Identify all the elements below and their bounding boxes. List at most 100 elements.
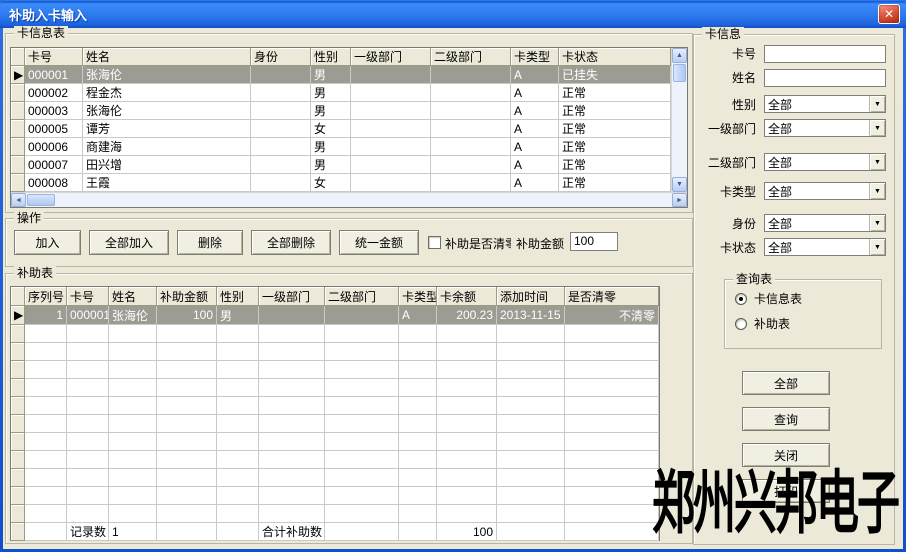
cell[interactable]: 男 (311, 102, 351, 120)
cell[interactable] (431, 120, 511, 138)
cell[interactable] (431, 174, 511, 192)
cell[interactable] (351, 174, 431, 192)
cell[interactable]: 男 (311, 84, 351, 102)
scroll-left-button[interactable]: ◄ (11, 193, 26, 207)
cell[interactable]: A (511, 120, 559, 138)
cell[interactable] (251, 102, 311, 120)
cell[interactable]: 1 (25, 306, 67, 325)
cell[interactable]: 000003 (25, 102, 83, 120)
close-window-button[interactable]: 关闭 (742, 443, 830, 467)
cell[interactable]: 正常 (559, 84, 671, 102)
all-button[interactable]: 全部 (742, 371, 830, 395)
query-button[interactable]: 查询 (742, 407, 830, 431)
cell[interactable]: 000001 (67, 306, 109, 325)
table-row[interactable]: 000007 田兴增 男 A 正常 (11, 156, 671, 174)
cell[interactable] (251, 84, 311, 102)
scrollbar-thumb[interactable] (27, 194, 55, 206)
scroll-up-button[interactable]: ▲ (672, 48, 687, 63)
cell[interactable]: 王霞 (83, 174, 251, 192)
cell[interactable]: 000008 (25, 174, 83, 192)
cell[interactable] (325, 306, 399, 325)
cell[interactable]: 男 (217, 306, 259, 325)
add-all-button[interactable]: 全部加入 (89, 230, 169, 255)
cell[interactable]: 000005 (25, 120, 83, 138)
cell[interactable]: 正常 (559, 102, 671, 120)
scroll-right-button[interactable]: ► (672, 193, 687, 207)
cell[interactable] (251, 120, 311, 138)
dropdown-button[interactable]: ▼ (869, 239, 885, 255)
cell[interactable] (431, 156, 511, 174)
unify-amount-button[interactable]: 统一金额 (339, 230, 419, 255)
dropdown-button[interactable]: ▼ (869, 154, 885, 170)
table-row[interactable]: ▶ 1 000001 张海伦 100 男 A 200.23 2013-11-15… (11, 306, 659, 325)
identity-dropdown[interactable]: 全部 ▼ (764, 214, 886, 232)
title-bar[interactable]: 补助入卡输入 ✕ (0, 0, 906, 28)
cell[interactable]: 正常 (559, 174, 671, 192)
table-row[interactable]: 000006 商建海 男 A 正常 (11, 138, 671, 156)
cell[interactable]: 商建海 (83, 138, 251, 156)
cell[interactable]: A (511, 66, 559, 84)
cell[interactable]: 张海伦 (109, 306, 157, 325)
cell[interactable]: 正常 (559, 138, 671, 156)
cell[interactable]: 不清零 (565, 306, 659, 325)
subsidy-amount-input[interactable]: 100 (570, 232, 618, 251)
card-no-input[interactable] (764, 45, 886, 63)
dropdown-button[interactable]: ▼ (869, 215, 885, 231)
cell[interactable]: A (399, 306, 437, 325)
dropdown-button[interactable]: ▼ (869, 96, 885, 112)
table-row[interactable]: 000002 程金杰 男 A 正常 (11, 84, 671, 102)
cell[interactable]: 男 (311, 138, 351, 156)
cell[interactable]: 女 (311, 120, 351, 138)
clear-subsidy-checkbox[interactable] (428, 236, 441, 249)
cell[interactable]: 谭芳 (83, 120, 251, 138)
cell[interactable] (251, 174, 311, 192)
cell[interactable]: A (511, 84, 559, 102)
cell[interactable] (351, 156, 431, 174)
cell[interactable]: A (511, 174, 559, 192)
cell[interactable]: 000001 (25, 66, 83, 84)
scrollbar-thumb[interactable] (673, 64, 686, 82)
add-button[interactable]: 加入 (14, 230, 81, 255)
table-row[interactable]: ▶ 000001 张海伦 男 A 已挂失 (11, 66, 671, 84)
cell[interactable]: 200.23 (437, 306, 497, 325)
cell[interactable] (351, 138, 431, 156)
cell[interactable] (351, 102, 431, 120)
cell[interactable]: 000002 (25, 84, 83, 102)
cell[interactable]: 2013-11-15 16:58: (497, 306, 565, 325)
cell[interactable] (431, 102, 511, 120)
cell[interactable] (251, 66, 311, 84)
cell[interactable] (251, 138, 311, 156)
cell[interactable]: 000007 (25, 156, 83, 174)
card-type-dropdown[interactable]: 全部 ▼ (764, 182, 886, 200)
cell[interactable]: 张海伦 (83, 66, 251, 84)
cell[interactable] (251, 156, 311, 174)
dept1-dropdown[interactable]: 全部 ▼ (764, 119, 886, 137)
dropdown-button[interactable]: ▼ (869, 120, 885, 136)
cell[interactable] (431, 84, 511, 102)
cell[interactable]: 正常 (559, 156, 671, 174)
delete-button[interactable]: 删除 (177, 230, 243, 255)
close-button[interactable]: ✕ (878, 4, 900, 24)
cell[interactable] (431, 66, 511, 84)
table-row[interactable]: 000008 王霞 女 A 正常 (11, 174, 671, 192)
scroll-down-button[interactable]: ▼ (672, 177, 687, 192)
gender-dropdown[interactable]: 全部 ▼ (764, 95, 886, 113)
card-status-dropdown[interactable]: 全部 ▼ (764, 238, 886, 256)
cell[interactable]: 张海伦 (83, 102, 251, 120)
cell[interactable] (431, 138, 511, 156)
cell[interactable]: 000006 (25, 138, 83, 156)
cell[interactable]: A (511, 138, 559, 156)
dropdown-button[interactable]: ▼ (869, 183, 885, 199)
cell[interactable] (259, 306, 325, 325)
radio-subsidy-table[interactable] (735, 318, 747, 330)
horizontal-scrollbar[interactable]: ◄ ► (11, 192, 687, 207)
delete-all-button[interactable]: 全部删除 (251, 230, 331, 255)
cell[interactable]: 田兴增 (83, 156, 251, 174)
cell[interactable]: 100 (157, 306, 217, 325)
radio-card-info-table[interactable] (735, 293, 747, 305)
table-row[interactable]: 000005 谭芳 女 A 正常 (11, 120, 671, 138)
cell[interactable]: 已挂失 (559, 66, 671, 84)
table-row[interactable]: 000003 张海伦 男 A 正常 (11, 102, 671, 120)
cell[interactable]: 男 (311, 66, 351, 84)
cell[interactable]: 程金杰 (83, 84, 251, 102)
